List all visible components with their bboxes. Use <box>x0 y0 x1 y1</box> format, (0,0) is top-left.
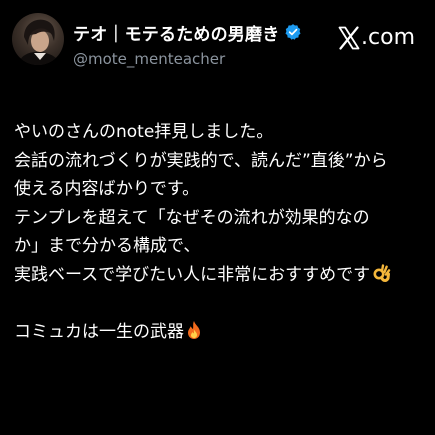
post-card: テオ｜モテるための男磨き @mote_menteacher .com やいのさん… <box>0 0 435 435</box>
post-text-line: 実践ベースで学びたい人に非常におすすめです <box>14 264 371 285</box>
verified-badge-icon <box>284 23 302 41</box>
x-logo-icon <box>338 26 360 50</box>
post-text-line <box>14 289 426 318</box>
x-brand[interactable]: .com <box>338 24 415 52</box>
post-text-line: 使える内容ばかりです。 <box>14 179 200 199</box>
brand-domain-suffix: .com <box>361 25 415 50</box>
post-text-line: 会話の流れづくりが実践的で、読んだ”直後”から <box>14 150 388 171</box>
author-display-name[interactable]: テオ｜モテるための男磨き <box>73 20 279 45</box>
post-text-line: か」まで分かる構成で、 <box>14 236 201 256</box>
post-text-line-with-emoji: コミュカは一生の武器 <box>14 318 426 347</box>
author-name-row: テオ｜モテるための男磨き <box>73 20 302 45</box>
post-body: やいのさんのnote拝見しました。 会話の流れづくりが実践的で、読んだ”直後”か… <box>14 118 426 346</box>
post-text-line: テンプレを超えて「なぜその流れが効果的なの <box>14 207 370 228</box>
post-text-line: やいのさんのnote拝見しました。 <box>14 122 274 142</box>
ok-hand-emoji-icon <box>371 263 391 283</box>
post-text-line: コミュカは一生の武器 <box>14 321 184 342</box>
post-text-line-with-emoji: 実践ベースで学びたい人に非常におすすめです <box>14 261 426 290</box>
fire-emoji-icon <box>185 320 203 340</box>
avatar-portrait-icon <box>18 19 60 65</box>
author-handle[interactable]: @mote_menteacher <box>73 50 225 68</box>
avatar[interactable] <box>12 13 64 65</box>
